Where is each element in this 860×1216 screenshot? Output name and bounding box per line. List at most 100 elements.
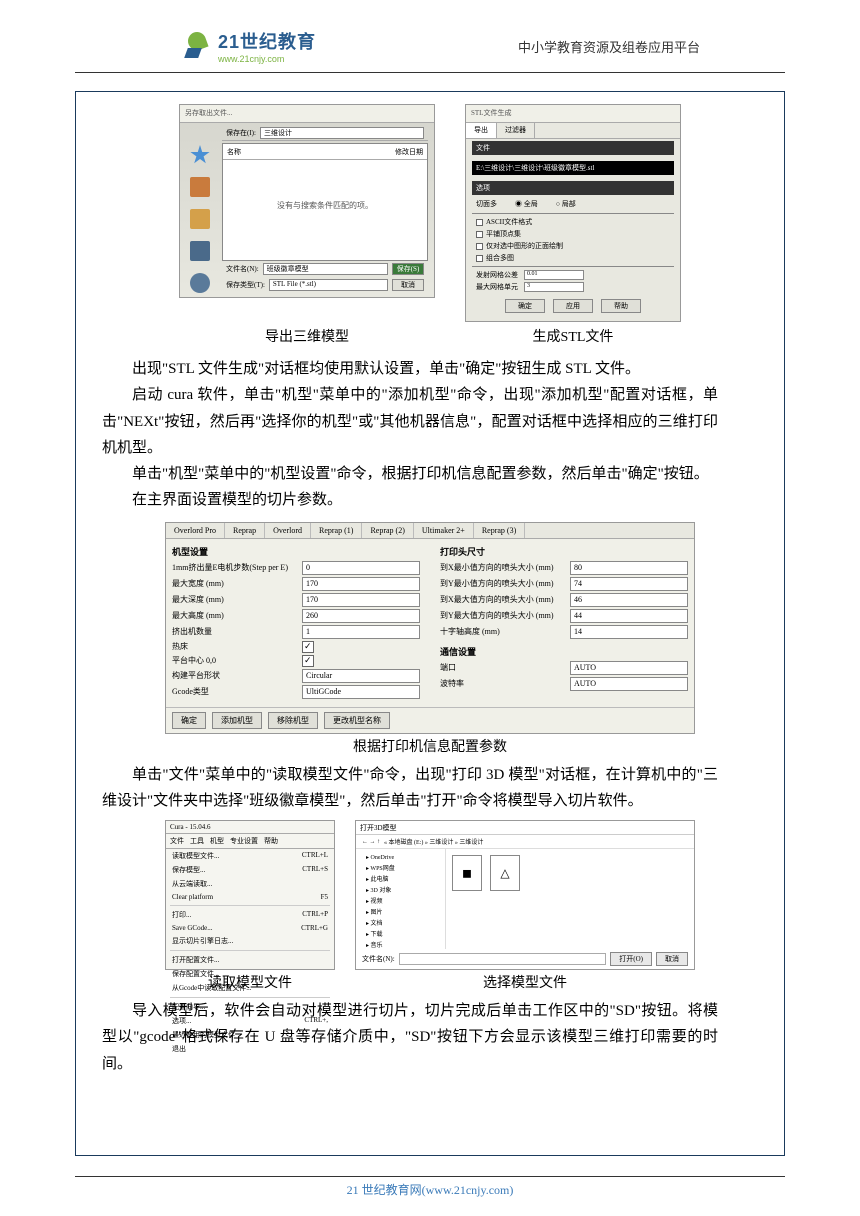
- caption-config: 根据打印机信息配置参数: [94, 736, 766, 756]
- cfg-btn[interactable]: 移除机型: [268, 712, 318, 729]
- desktop-icon[interactable]: [190, 177, 210, 197]
- file-list-area: 名称 修改日期 没有与搜索条件匹配的项。: [222, 143, 428, 261]
- col-name: 名称: [227, 147, 241, 157]
- cfg-tab[interactable]: Reprap (2): [362, 523, 413, 538]
- cfg-label: 到Y最小值方向的喷头大小 (mm): [440, 578, 570, 589]
- cfg-label: Gcode类型: [172, 686, 302, 697]
- dev-input[interactable]: 0.01: [524, 270, 584, 280]
- tree-item[interactable]: ▸ 3D 对象: [360, 884, 441, 895]
- filetype-dropdown[interactable]: STL File (*.stl): [269, 279, 388, 291]
- filename-label: 文件名(N):: [362, 954, 395, 964]
- cfg-btn[interactable]: 添加机型: [212, 712, 262, 729]
- this-pc-icon[interactable]: [190, 241, 210, 261]
- cfg-input[interactable]: UltiGCode: [302, 685, 420, 699]
- menu-item[interactable]: 从云端读取...: [166, 877, 334, 891]
- file-icon[interactable]: ◼: [452, 855, 482, 891]
- cfg-tab[interactable]: Ultimaker 2+: [414, 523, 474, 538]
- tree-item[interactable]: ▸ 此电脑: [360, 873, 441, 884]
- checkbox[interactable]: [302, 655, 314, 667]
- quick-access-icon[interactable]: [190, 145, 210, 165]
- cfg-row: 到Y最大值方向的喷头大小 (mm)44: [440, 609, 688, 623]
- file-section: 文件: [472, 141, 674, 155]
- ok-button[interactable]: 确定: [505, 299, 545, 313]
- tab-export[interactable]: 导出: [466, 123, 497, 138]
- cfg-label: 热床: [172, 641, 302, 652]
- cura-row: Cura - 15.04.6 文件 工具 机型 专业设置 帮助 读取模型文件..…: [94, 820, 766, 970]
- tab-options[interactable]: 过滤器: [497, 123, 535, 138]
- tree-item[interactable]: ▸ 音乐: [360, 939, 441, 949]
- tree-item[interactable]: ▸ OneDrive: [360, 853, 441, 862]
- checkbox[interactable]: [476, 219, 483, 226]
- cfg-input[interactable]: 170: [302, 577, 420, 591]
- cura-menu-screenshot: Cura - 15.04.6 文件 工具 机型 专业设置 帮助 读取模型文件..…: [165, 820, 335, 970]
- apply-button[interactable]: 应用: [553, 299, 593, 313]
- cfg-input[interactable]: Circular: [302, 669, 420, 683]
- open-path: ← → ↑ « 本地磁盘 (E:) » 三维设计 » 三维设计: [356, 835, 694, 849]
- cfg-label: 1mm挤出量E电机步数(Step per E): [172, 562, 302, 573]
- cfg-input[interactable]: 260: [302, 609, 420, 623]
- cfg-tab[interactable]: Reprap (1): [311, 523, 362, 538]
- menu-item[interactable]: 保存模型...CTRL+S: [166, 863, 334, 877]
- open-button[interactable]: 打开(O): [610, 952, 652, 966]
- folder-tree[interactable]: ▸ OneDrive▸ WPS网盘▸ 此电脑▸ 3D 对象▸ 视频▸ 图片▸ 文…: [356, 849, 446, 949]
- checkbox[interactable]: [476, 231, 483, 238]
- cfg-tab[interactable]: Reprap: [225, 523, 265, 538]
- caption-open: 选择模型文件: [355, 972, 695, 992]
- menu-item[interactable]: 打开配置文件...: [166, 953, 334, 967]
- filepath-input[interactable]: E:\三维设计\三维设计\班级徽章模型.stl: [472, 161, 674, 175]
- config-tabs: Overlord Pro Reprap Overlord Reprap (1) …: [166, 523, 694, 539]
- cfg-input[interactable]: 14: [570, 625, 688, 639]
- cfg-label: 构建平台形状: [172, 670, 302, 681]
- menu-item[interactable]: 显示切片引擎日志...: [166, 934, 334, 948]
- tree-item[interactable]: ▸ 图片: [360, 906, 441, 917]
- tree-item[interactable]: ▸ 视频: [360, 895, 441, 906]
- tree-item[interactable]: ▸ 下载: [360, 928, 441, 939]
- save-button[interactable]: 保存(S): [392, 263, 424, 275]
- tree-item[interactable]: ▸ 文档: [360, 917, 441, 928]
- checkbox[interactable]: [476, 255, 483, 262]
- radio-full[interactable]: ◉ 全局: [515, 199, 538, 209]
- menu-item[interactable]: Clear platformF5: [166, 891, 334, 903]
- ang-input[interactable]: 3: [524, 282, 584, 292]
- cfg-input[interactable]: AUTO: [570, 677, 688, 691]
- cfg-input[interactable]: 0: [302, 561, 420, 575]
- network-icon[interactable]: [190, 273, 210, 293]
- config-right-col: 打印头尺寸 到X最小值方向的喷头大小 (mm)80到Y最小值方向的喷头大小 (m…: [440, 545, 688, 701]
- cancel-button[interactable]: 取消: [392, 279, 424, 291]
- cfg-input[interactable]: 1: [302, 625, 420, 639]
- cfg-input[interactable]: 46: [570, 593, 688, 607]
- save-in-label: 保存在(I):: [226, 128, 256, 138]
- cfg-btn[interactable]: 确定: [172, 712, 206, 729]
- menu-item[interactable]: Save GCode...CTRL+G: [166, 922, 334, 934]
- cfg-input[interactable]: 74: [570, 577, 688, 591]
- cancel-button[interactable]: 取消: [656, 952, 688, 966]
- file-icon[interactable]: △: [490, 855, 520, 891]
- cfg-row: 到X最大值方向的喷头大小 (mm)46: [440, 593, 688, 607]
- filename-input[interactable]: 班级徽章模型: [263, 263, 388, 275]
- folder-dropdown[interactable]: 三维设计: [260, 127, 424, 139]
- caption-menu: 读取模型文件: [165, 972, 335, 992]
- library-icon[interactable]: [190, 209, 210, 229]
- close-button[interactable]: 帮助: [601, 299, 641, 313]
- menu-item[interactable]: 读取模型文件...CTRL+L: [166, 849, 334, 863]
- cfg-input[interactable]: 44: [570, 609, 688, 623]
- sidebar-icons: [184, 145, 216, 293]
- cfg-tab[interactable]: Overlord: [265, 523, 311, 538]
- cfg-btn[interactable]: 更改机型名称: [324, 712, 390, 729]
- cfg-label: 最大深度 (mm): [172, 594, 302, 605]
- file-grid: ◼ △: [446, 849, 694, 949]
- cfg-input[interactable]: 80: [570, 561, 688, 575]
- filename-input[interactable]: [399, 953, 607, 965]
- cfg-row: 热床: [172, 641, 420, 653]
- menu-item[interactable]: 打印...CTRL+P: [166, 908, 334, 922]
- cfg-input[interactable]: AUTO: [570, 661, 688, 675]
- opt-2: 平铺顶点集: [486, 229, 521, 239]
- checkbox[interactable]: [302, 641, 314, 653]
- radio-partial[interactable]: ○ 局部: [556, 199, 576, 209]
- tree-item[interactable]: ▸ WPS网盘: [360, 862, 441, 873]
- cfg-tab[interactable]: Overlord Pro: [166, 523, 225, 538]
- checkbox[interactable]: [476, 243, 483, 250]
- cfg-input[interactable]: 170: [302, 593, 420, 607]
- cfg-tab[interactable]: Reprap (3): [474, 523, 525, 538]
- cfg-label: 十字轴高度 (mm): [440, 626, 570, 637]
